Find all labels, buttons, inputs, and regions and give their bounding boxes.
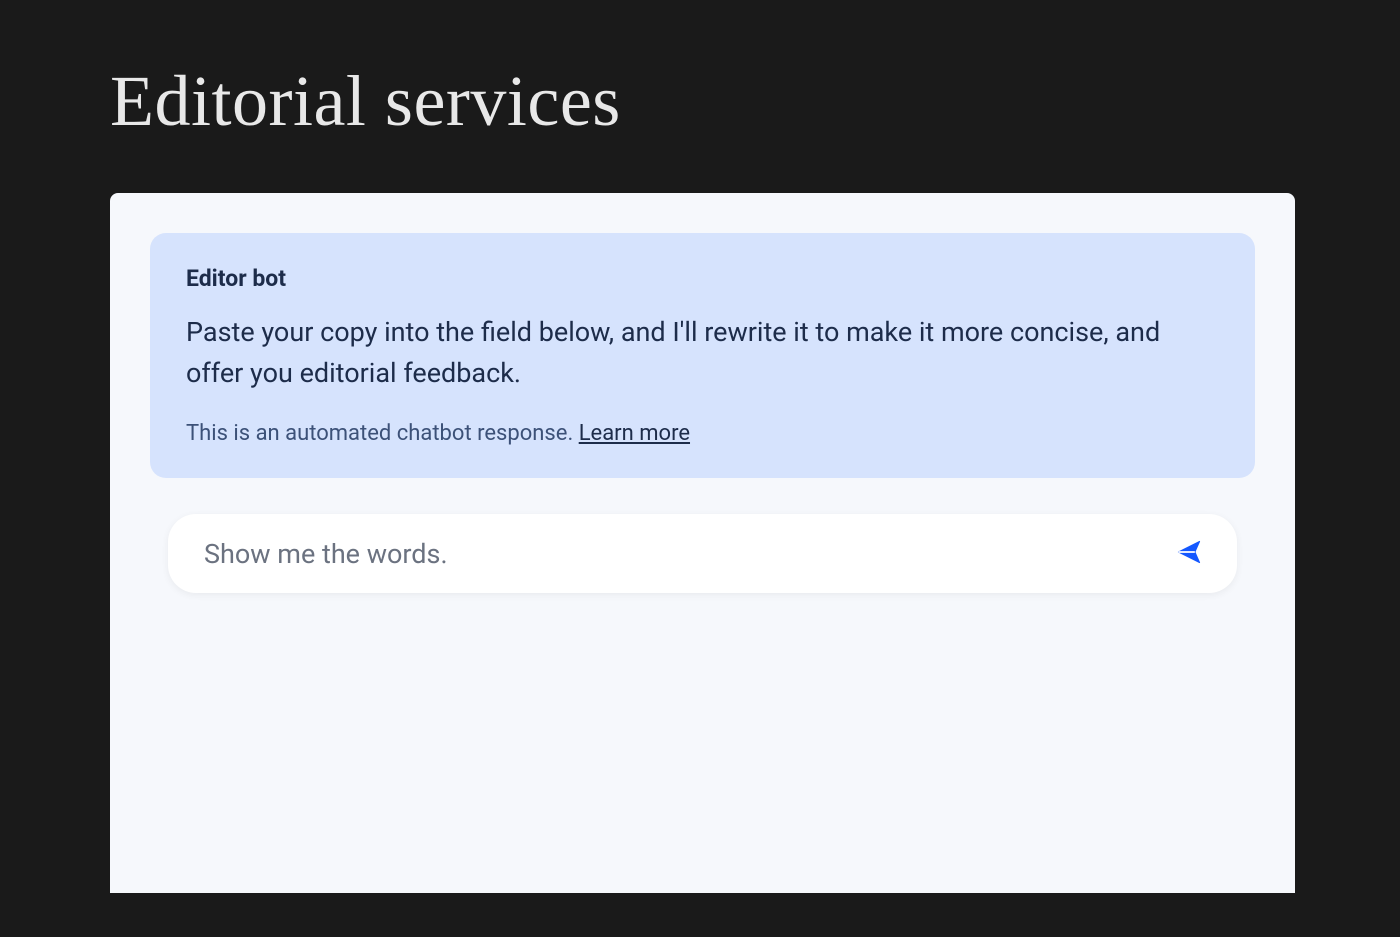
- bot-sender-name: Editor bot: [186, 265, 1219, 292]
- bot-message-card: Editor bot Paste your copy into the fiel…: [150, 233, 1255, 478]
- page-title: Editorial services: [0, 0, 1400, 193]
- chat-input-row: [168, 514, 1237, 593]
- chat-input[interactable]: [204, 538, 1169, 570]
- learn-more-link[interactable]: Learn more: [579, 421, 690, 446]
- chat-panel: Editor bot Paste your copy into the fiel…: [110, 193, 1295, 893]
- send-icon: [1175, 538, 1203, 569]
- bot-message-text: Paste your copy into the field below, an…: [186, 312, 1219, 393]
- bot-disclaimer: This is an automated chatbot response. L…: [186, 421, 1219, 446]
- disclaimer-text: This is an automated chatbot response.: [186, 421, 579, 446]
- send-button[interactable]: [1169, 532, 1209, 575]
